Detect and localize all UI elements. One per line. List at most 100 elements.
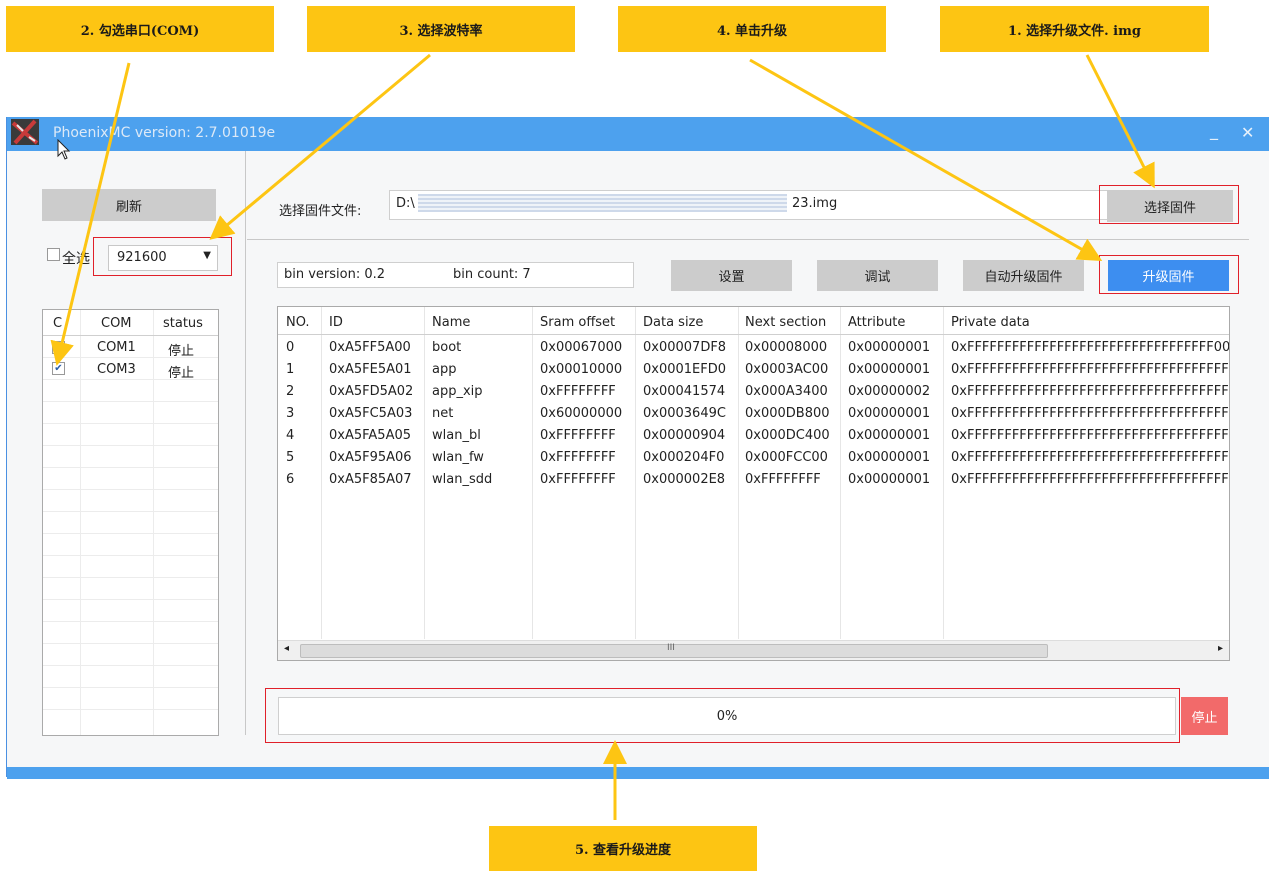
- table-cell: 0xA5FD5A02: [329, 384, 414, 399]
- table-cell: 4: [286, 428, 295, 443]
- table-cell: 0xFFFFFFFF: [540, 428, 616, 443]
- com1-port: COM1: [97, 340, 136, 355]
- bin-version: bin version: 0.2: [284, 267, 386, 282]
- highlight-baud-rate: [93, 237, 232, 276]
- table-cell: 0xFFFFFFFF: [540, 384, 616, 399]
- table-cell: net: [432, 406, 454, 421]
- table-cell: 0x00000002: [848, 384, 931, 399]
- table-cell: 0x00000001: [848, 428, 931, 443]
- app-logo-icon: [11, 119, 39, 145]
- table-cell: 0xFFFFFFFF: [540, 472, 616, 487]
- window-bottom-bar: [7, 767, 1269, 779]
- table-cell: 0x00007DF8: [643, 340, 727, 355]
- table-cell: 0xA5FA5A05: [329, 428, 412, 443]
- table-cell: 0xFFFFFFFFFFFFFFFFFFFFFFFFFFFFFFFFF0010: [951, 340, 1230, 355]
- scroll-right-icon[interactable]: ▸: [1218, 643, 1223, 654]
- table-cell: 0x0001EFD0: [643, 362, 727, 377]
- table-cell: 0xA5FC5A03: [329, 406, 413, 421]
- scroll-left-icon[interactable]: ◂: [284, 643, 289, 654]
- com-header-status: status: [163, 316, 203, 331]
- table-cell: 0x0003649C: [643, 406, 726, 421]
- table-cell: 0x000DB800: [745, 406, 830, 421]
- table-cell: wlan_fw: [432, 450, 484, 465]
- table-cell: 0xFFFFFFFFFFFFFFFFFFFFFFFFFFFFFFFFFFFFFF…: [951, 362, 1230, 377]
- table-cell: 0xFFFFFFFF: [540, 450, 616, 465]
- table-cell: 0xFFFFFFFFFFFFFFFFFFFFFFFFFFFFFFFFFFFFFF…: [951, 472, 1230, 487]
- table-cell: 3: [286, 406, 295, 421]
- minimize-button[interactable]: _: [1210, 121, 1218, 140]
- table-cell: 0x00010000: [540, 362, 623, 377]
- table-cell: 6: [286, 472, 295, 487]
- callout-step2: 2. 勾选串口(COM): [6, 6, 274, 52]
- settings-button[interactable]: 设置: [671, 260, 792, 291]
- scroll-grip: III: [667, 643, 675, 653]
- table-cell: 0x00000001: [848, 406, 931, 421]
- table-cell: 0x60000000: [540, 406, 623, 421]
- table-cell: 0xFFFFFFFFFFFFFFFFFFFFFFFFFFFFFFFFFFFFFF…: [951, 384, 1230, 399]
- table-cell: 5: [286, 450, 295, 465]
- col-header-sram-offset: Sram offset: [540, 315, 616, 330]
- table-cell: 0x00067000: [540, 340, 623, 355]
- redacted-path: [418, 194, 787, 212]
- bin-info-box: bin version: 0.2 bin count: 7: [277, 262, 634, 288]
- close-button[interactable]: ✕: [1241, 123, 1254, 142]
- highlight-progress: [265, 688, 1180, 743]
- table-cell: 0xFFFFFFFFFFFFFFFFFFFFFFFFFFFFFFFFFFFFFF…: [951, 406, 1230, 421]
- table-cell: wlan_sdd: [432, 472, 493, 487]
- highlight-upgrade-button: [1099, 255, 1239, 294]
- firmware-path-suffix: 23.img: [792, 196, 838, 211]
- title-bar[interactable]: PhoenixMC version: 2.7.01019e _ ✕: [7, 117, 1269, 160]
- table-cell: 0: [286, 340, 295, 355]
- firmware-bin-table: NO. ID Name Sram offset Data size Next s…: [277, 306, 1230, 661]
- refresh-button[interactable]: 刷新: [42, 189, 216, 221]
- table-cell: 0x00000904: [643, 428, 726, 443]
- table-cell: 0xFFFFFFFFFFFFFFFFFFFFFFFFFFFFFFFFFFFFFF…: [951, 450, 1230, 465]
- table-cell: 0x00008000: [745, 340, 828, 355]
- col-header-no: NO.: [286, 315, 310, 330]
- table-cell: 0x000002E8: [643, 472, 726, 487]
- select-all-checkbox[interactable]: [47, 248, 60, 261]
- stop-button[interactable]: 停止: [1181, 697, 1228, 735]
- table-cell: 0xA5FE5A01: [329, 362, 412, 377]
- mouse-cursor-icon: [57, 139, 71, 160]
- table-cell: 0xFFFFFFFFFFFFFFFFFFFFFFFFFFFFFFFFFFFFFF…: [951, 428, 1230, 443]
- table-cell: app_xip: [432, 384, 483, 399]
- table-cell: 0x000DC400: [745, 428, 830, 443]
- col-header-name: Name: [432, 315, 471, 330]
- com1-checkbox[interactable]: [52, 341, 65, 354]
- col-header-attribute: Attribute: [848, 315, 906, 330]
- table-cell: 0x000A3400: [745, 384, 828, 399]
- col-header-next-section: Next section: [745, 315, 827, 330]
- table-cell: 0xA5F85A07: [329, 472, 412, 487]
- section-divider: [247, 239, 1249, 240]
- debug-button[interactable]: 调试: [817, 260, 938, 291]
- table-cell: 0x00000001: [848, 362, 931, 377]
- com3-checkbox[interactable]: ✔: [52, 362, 65, 375]
- panel-divider: [245, 151, 246, 735]
- table-cell: 1: [286, 362, 295, 377]
- table-cell: boot: [432, 340, 462, 355]
- com-header-check: C: [53, 316, 63, 331]
- scrollbar-thumb[interactable]: III: [300, 643, 1048, 658]
- table-cell: 0xFFFFFFFF: [745, 472, 821, 487]
- com1-status: 停止: [168, 344, 195, 359]
- table-cell: 0x000FCC00: [745, 450, 828, 465]
- firmware-path-field[interactable]: D:\ 23.img: [389, 190, 1109, 220]
- auto-upgrade-button[interactable]: 自动升级固件: [963, 260, 1084, 291]
- table-cell: 0xA5FF5A00: [329, 340, 411, 355]
- window-title: PhoenixMC version: 2.7.01019e: [53, 125, 276, 141]
- firmware-file-label: 选择固件文件:: [279, 204, 362, 219]
- callout-step5: 5. 查看升级进度: [489, 826, 757, 871]
- horizontal-scrollbar[interactable]: ◂ III ▸: [278, 640, 1229, 660]
- table-cell: 0x000204F0: [643, 450, 725, 465]
- table-cell: 0x00000001: [848, 340, 931, 355]
- table-cell: 2: [286, 384, 295, 399]
- com3-port: COM3: [97, 362, 136, 377]
- callout-step1: 1. 选择升级文件. img: [940, 6, 1209, 52]
- bin-count: bin count: 7: [453, 267, 531, 282]
- highlight-select-firmware: [1099, 185, 1239, 224]
- com3-status: 停止: [168, 366, 195, 381]
- table-cell: app: [432, 362, 457, 377]
- com-header-com: COM: [101, 316, 132, 331]
- callout-step3: 3. 选择波特率: [307, 6, 575, 52]
